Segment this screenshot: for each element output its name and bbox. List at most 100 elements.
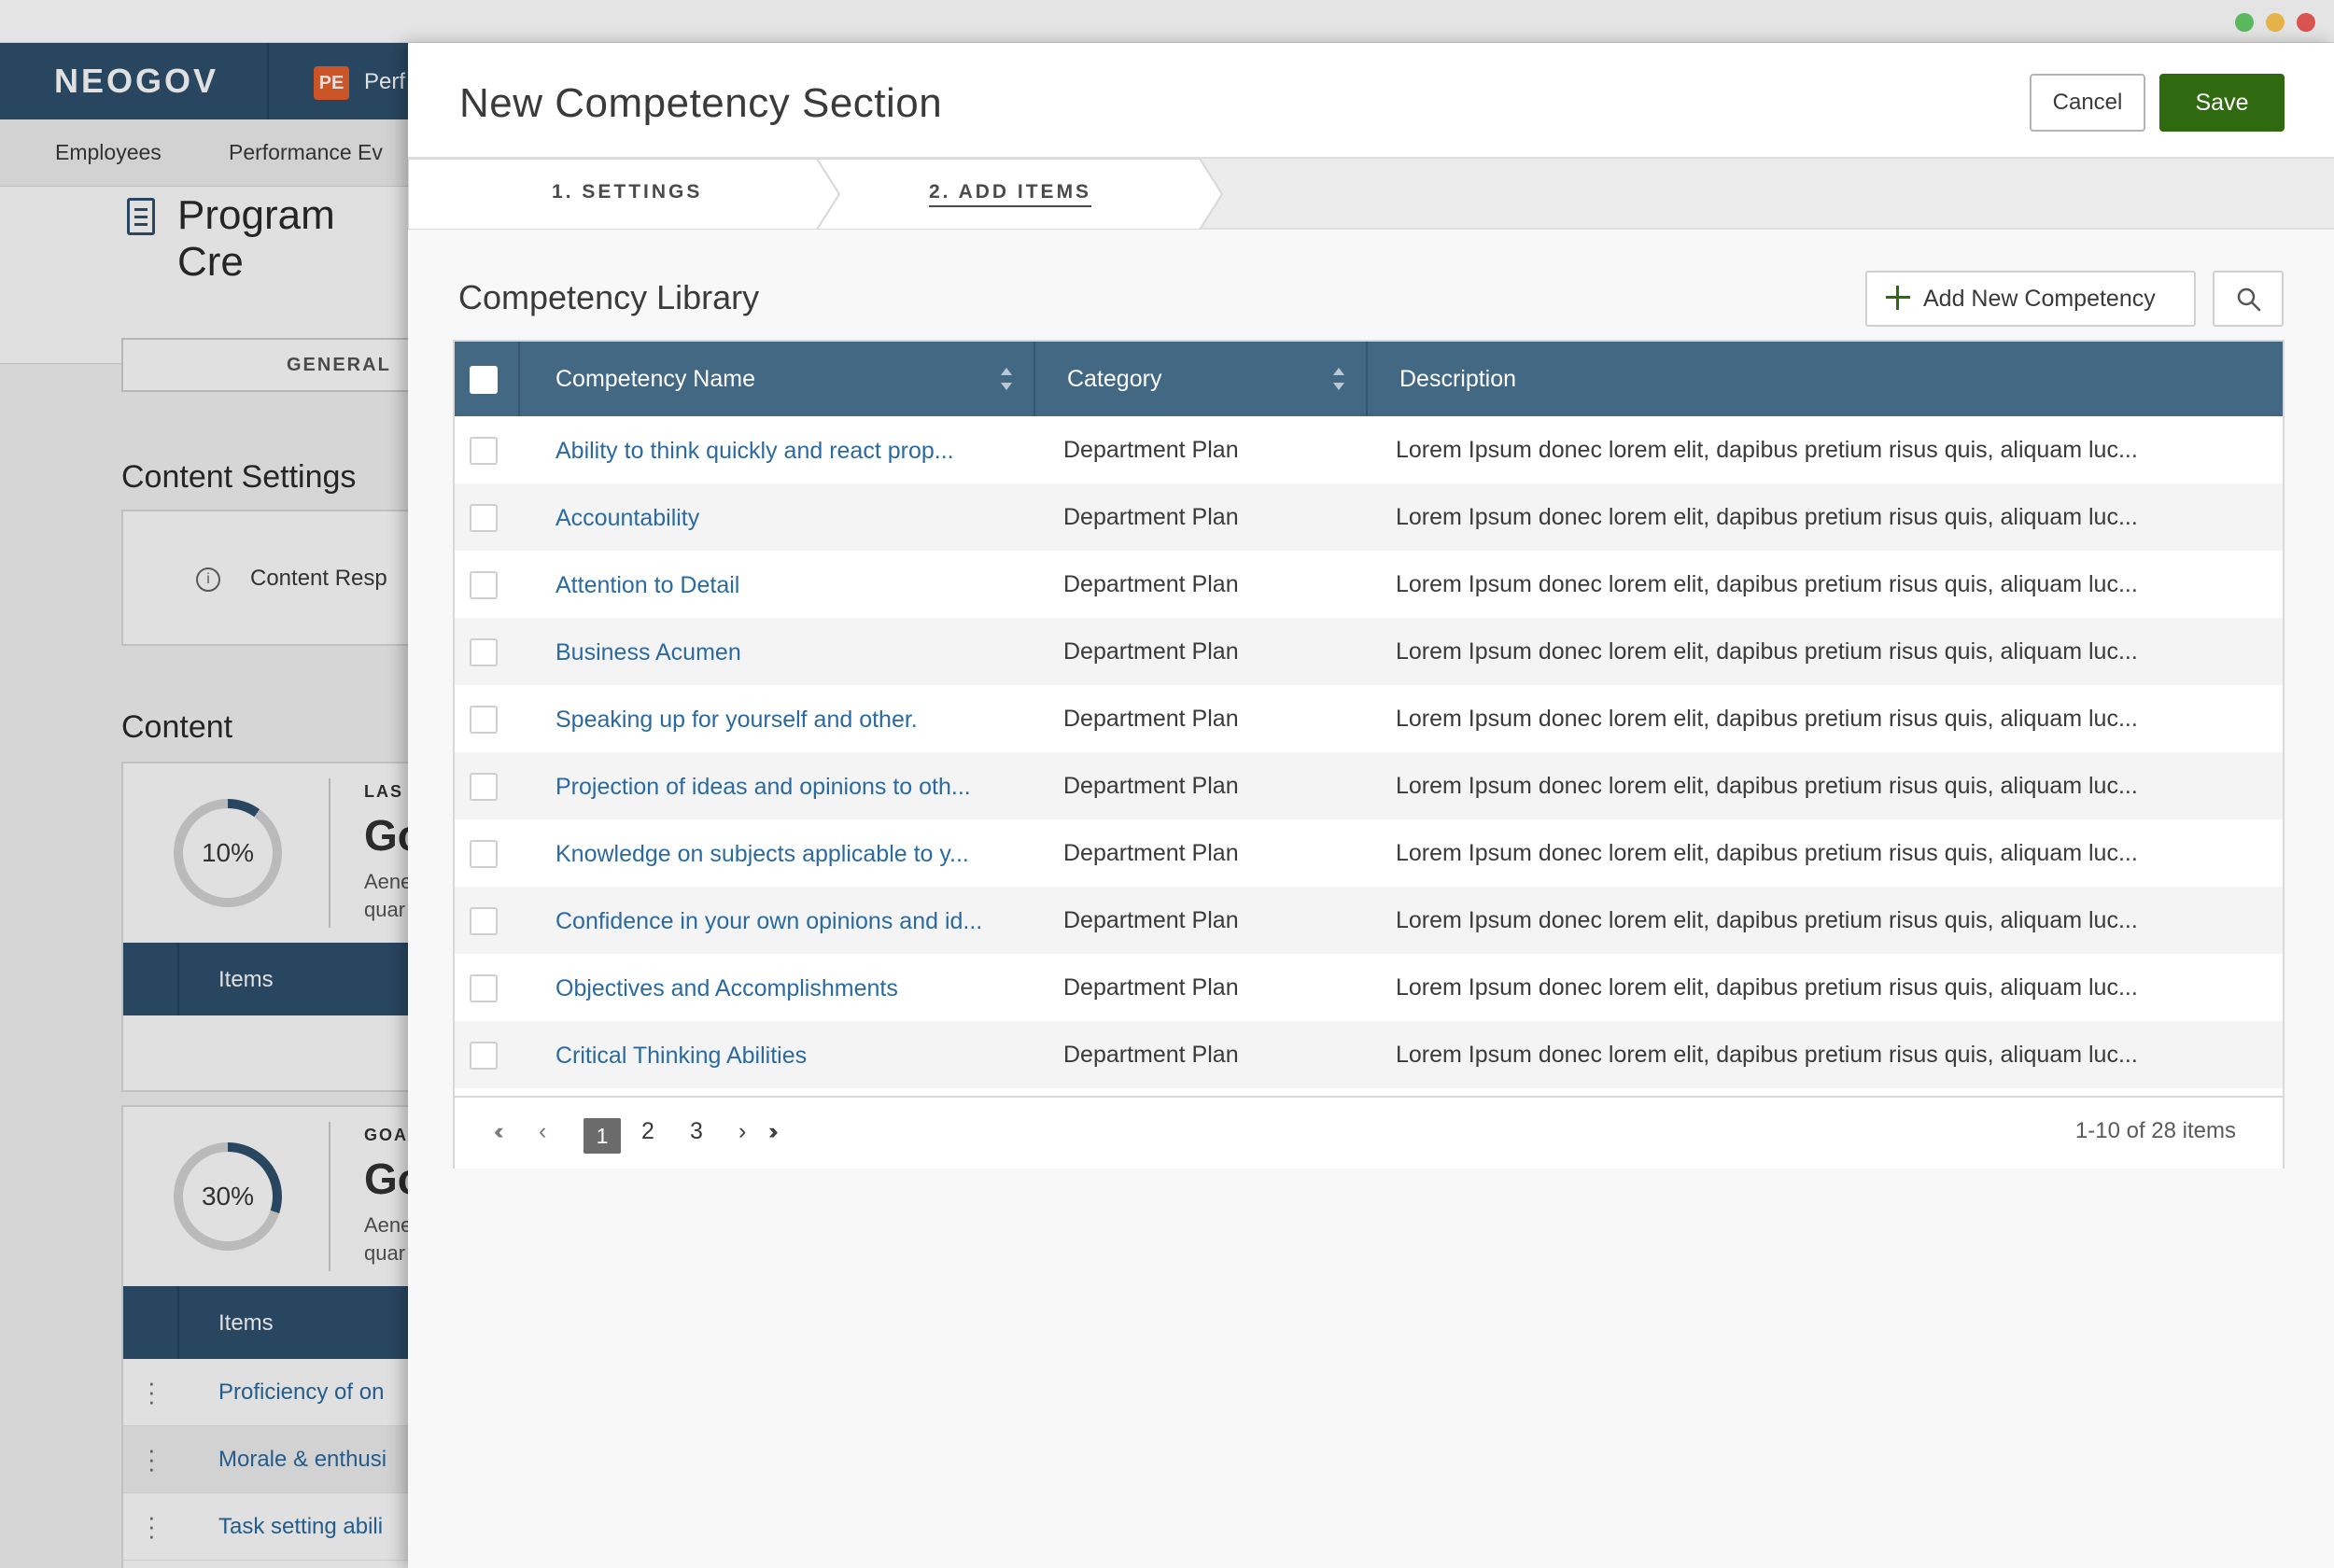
nav-item-employees[interactable]: Employees (55, 140, 162, 165)
table-row[interactable]: Objectives and Accomplishments Departmen… (455, 954, 2283, 1021)
items-bar-divider (177, 943, 179, 1015)
prev-page-icon[interactable]: ‹ (539, 1118, 546, 1145)
page-button-current[interactable]: 1 (584, 1118, 621, 1154)
tab-general[interactable]: GENERAL (121, 338, 411, 392)
row-checkbox[interactable] (470, 907, 498, 935)
first-page-icon[interactable]: ‹‹ (494, 1118, 503, 1145)
sort-icon[interactable] (1000, 368, 1013, 392)
row-checkbox[interactable] (470, 1042, 498, 1070)
search-button[interactable] (2213, 271, 2284, 327)
table-row[interactable]: Speaking up for yourself and other. Depa… (455, 685, 2283, 752)
table-row[interactable]: Ability to think quickly and react prop.… (455, 416, 2283, 483)
maximize-icon[interactable] (2235, 13, 2254, 32)
items-bar: Items (123, 1286, 411, 1359)
add-competency-button[interactable]: Add New Competency (1865, 271, 2196, 327)
list-item[interactable]: · · · Proficiency of on (123, 1359, 411, 1426)
background-app: NEOGOV PE Perf Employees Performance Ev … (0, 43, 411, 1568)
items-bar-label: Items (218, 967, 274, 992)
last-page-icon[interactable]: ›› (768, 1118, 778, 1145)
card-desc-line2: quar (364, 898, 406, 921)
competency-category: Department Plan (1063, 571, 1239, 597)
table-row[interactable]: Business Acumen Department Plan Lorem Ip… (455, 618, 2283, 685)
page-button[interactable]: 2 (641, 1118, 654, 1145)
library-title: Competency Library (458, 278, 760, 316)
competency-category: Department Plan (1063, 974, 1239, 1001)
drag-handle-icon[interactable]: · · · (148, 1437, 156, 1480)
list-item-link[interactable]: Morale & enthusi (218, 1447, 387, 1473)
row-checkbox[interactable] (470, 840, 498, 868)
logo: NEOGOV (54, 62, 219, 100)
table-row[interactable]: Accountability Department Plan Lorem Ips… (455, 483, 2283, 551)
competency-description: Lorem Ipsum donec lorem elit, dapibus pr… (1396, 638, 2138, 665)
add-competency-label: Add New Competency (1923, 285, 2156, 312)
table-row[interactable]: Projection of ideas and opinions to oth.… (455, 752, 2283, 819)
competency-description: Lorem Ipsum donec lorem elit, dapibus pr… (1396, 907, 2138, 933)
content-card: 10% LAS Go Aene quar Items (121, 762, 411, 1092)
row-checkbox[interactable] (470, 571, 498, 599)
close-icon[interactable] (2297, 13, 2315, 32)
top-bar: NEOGOV PE Perf (0, 43, 411, 119)
top-bar-divider (267, 43, 269, 119)
row-checkbox[interactable] (470, 504, 498, 532)
competency-name-link[interactable]: Critical Thinking Abilities (555, 1043, 807, 1070)
row-checkbox[interactable] (470, 974, 498, 1002)
product-name[interactable]: Perf (364, 69, 405, 95)
competency-description: Lorem Ipsum donec lorem elit, dapibus pr… (1396, 437, 2138, 463)
row-checkbox[interactable] (470, 706, 498, 734)
card-title: Go (364, 1155, 411, 1203)
competency-name-link[interactable]: Objectives and Accomplishments (555, 975, 898, 1002)
minimize-icon[interactable] (2266, 13, 2285, 32)
competency-name-link[interactable]: Ability to think quickly and react prop.… (555, 438, 954, 465)
card-divider (329, 1122, 330, 1271)
sort-icon[interactable] (1332, 368, 1345, 392)
cancel-button[interactable]: Cancel (2030, 74, 2145, 132)
table-row[interactable]: Knowledge on subjects applicable to y...… (455, 819, 2283, 887)
row-checkbox[interactable] (470, 773, 498, 801)
list-item-link[interactable]: Proficiency of on (218, 1379, 384, 1406)
list-item[interactable]: · · · Morale & enthusi (123, 1426, 411, 1493)
competency-description: Lorem Ipsum donec lorem elit, dapibus pr… (1396, 706, 2138, 732)
table-row[interactable]: Confidence in your own opinions and id..… (455, 887, 2283, 954)
nav-item-performance[interactable]: Performance Ev (229, 140, 383, 165)
tab-general-label: GENERAL (287, 355, 391, 375)
search-icon (2237, 287, 2261, 312)
row-checkbox[interactable] (470, 638, 498, 666)
progress-percent: 10% (183, 808, 273, 898)
save-button[interactable]: Save (2159, 74, 2285, 132)
competency-table: Competency Name Category Description Abi… (453, 340, 2285, 1169)
card-label: GOA (364, 1126, 409, 1144)
competency-name-link[interactable]: Knowledge on subjects applicable to y... (555, 841, 969, 868)
main-nav: Employees Performance Ev (0, 119, 411, 187)
competency-name-link[interactable]: Projection of ideas and opinions to oth.… (555, 774, 971, 801)
step-add-items[interactable]: 2. ADD ITEMS (929, 181, 1092, 207)
panel-title: New Competency Section (459, 80, 943, 126)
competency-name-link[interactable]: Accountability (555, 505, 699, 532)
competency-name-link[interactable]: Speaking up for yourself and other. (555, 707, 918, 734)
progress-ring: 30% (174, 1142, 282, 1251)
competency-name-link[interactable]: Business Acumen (555, 639, 741, 666)
step-settings[interactable]: 1. SETTINGS (552, 181, 702, 203)
window-titlebar (0, 0, 2334, 43)
select-all-checkbox[interactable] (470, 366, 498, 394)
next-page-icon[interactable]: › (738, 1118, 746, 1145)
items-bar-label: Items (218, 1310, 274, 1336)
step-wizard: 1. SETTINGS 2. ADD ITEMS (408, 159, 2334, 230)
competency-name-link[interactable]: Confidence in your own opinions and id..… (555, 908, 982, 935)
competency-description: Lorem Ipsum donec lorem elit, dapibus pr… (1396, 974, 2138, 1001)
column-header-category[interactable]: Category (1067, 342, 1161, 416)
card-desc-line1: Aene (364, 870, 411, 893)
competency-name-link[interactable]: Attention to Detail (555, 572, 739, 599)
page-button[interactable]: 3 (690, 1118, 703, 1145)
drag-handle-icon[interactable]: · · · (148, 1505, 156, 1547)
column-header-name[interactable]: Competency Name (555, 342, 755, 416)
product-badge[interactable]: PE (314, 66, 349, 100)
list-item[interactable]: · · · Task setting abili (123, 1493, 411, 1561)
content-card: 30% GOA Go Aene quar Items · · · Proficien… (121, 1105, 411, 1568)
table-row[interactable]: Attention to Detail Department Plan Lore… (455, 551, 2283, 618)
list-item-link[interactable]: Task setting abili (218, 1514, 383, 1540)
card-desc-line2: quar (364, 1241, 406, 1265)
row-checkbox[interactable] (470, 437, 498, 465)
table-row[interactable]: Critical Thinking Abilities Department P… (455, 1021, 2283, 1088)
drag-handle-icon[interactable]: · · · (148, 1370, 156, 1413)
header-divider (1033, 342, 1035, 416)
